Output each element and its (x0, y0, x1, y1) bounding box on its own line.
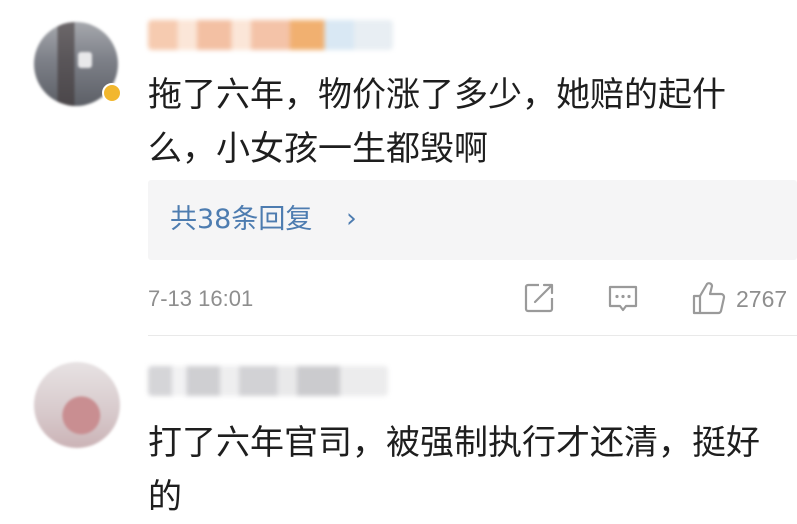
replies-count-link[interactable]: 共38条回复 (170, 202, 312, 238)
like-count: 2767 (736, 286, 788, 312)
comment-timestamp: 7-13 16:01 (148, 286, 254, 311)
comment-text: 打了六年官司，被强制执行才还清，挺好的 (148, 423, 760, 517)
comment-icon (608, 285, 638, 312)
share-button[interactable] (521, 280, 557, 318)
thumbs-up-icon (692, 282, 726, 315)
comment-item: 拖了六年，物价涨了多少，她赔的起什么，小女孩一生都毁啊 共38条回复 › 7-1… (0, 0, 797, 336)
verified-badge-icon (102, 83, 122, 103)
avatar[interactable] (34, 362, 120, 448)
comment-text: 拖了六年，物价涨了多少，她赔的起什么，小女孩一生都毁啊 (148, 75, 726, 169)
chevron-right-icon: › (346, 203, 357, 234)
username-redacted[interactable] (148, 20, 393, 50)
username-redacted[interactable] (148, 366, 388, 396)
comment-button[interactable] (605, 280, 641, 318)
like-button[interactable]: 2767 (690, 280, 797, 318)
share-icon (524, 283, 554, 313)
replies-button[interactable]: 共38条回复 › (148, 180, 797, 260)
comment-item: 打了六年官司，被强制执行才还清，挺好的 (0, 336, 797, 517)
